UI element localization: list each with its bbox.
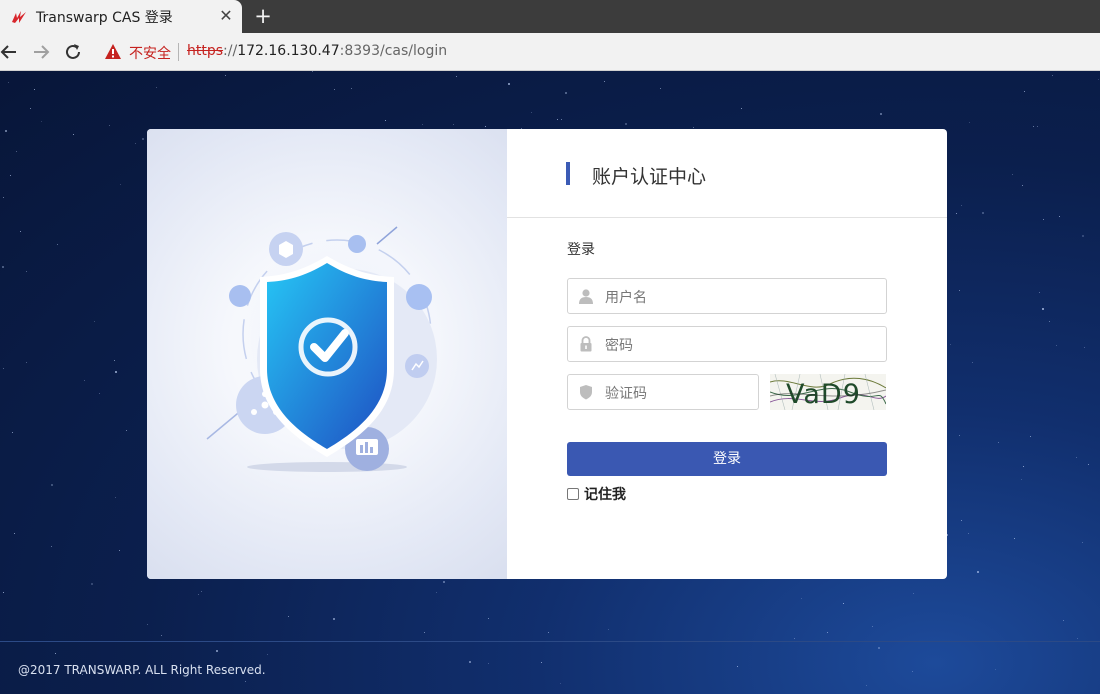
- illustration-panel: [147, 129, 507, 579]
- footer-copyright: @2017 TRANSWARP. ALL Right Reserved.: [18, 663, 266, 677]
- reload-icon[interactable]: [62, 41, 84, 63]
- new-tab-button[interactable]: +: [253, 4, 273, 28]
- username-field[interactable]: 用户名: [567, 278, 887, 314]
- page-title: 账户认证中心: [592, 166, 707, 188]
- url-path: :8393/cas/login: [339, 43, 448, 59]
- warning-triangle-icon[interactable]: [104, 43, 122, 60]
- login-card: 账户认证中心 登录 用户名 密码 验证码 VaD9 登录 记住我: [147, 129, 947, 579]
- shield-icon: [580, 385, 592, 400]
- url-separator: ://: [223, 43, 238, 59]
- omnibox-divider: [178, 43, 179, 61]
- captcha-field[interactable]: 验证码: [567, 374, 759, 410]
- login-form-panel: 账户认证中心 登录 用户名 密码 验证码 VaD9 登录 记住我: [507, 129, 947, 579]
- transwarp-logo-icon: [12, 11, 26, 23]
- arrow-left-icon[interactable]: [0, 41, 20, 63]
- username-placeholder: 用户名: [605, 290, 647, 306]
- captcha-image[interactable]: VaD9: [770, 374, 886, 410]
- login-page: 账户认证中心 登录 用户名 密码 验证码 VaD9 登录 记住我 @2017 T…: [0, 71, 1100, 694]
- password-placeholder: 密码: [605, 338, 633, 354]
- url-scheme: https: [187, 43, 224, 59]
- url-host: 172.16.130.47: [237, 43, 340, 59]
- remember-me-checkbox[interactable]: [567, 488, 579, 500]
- arrow-right-icon[interactable]: [30, 41, 52, 63]
- browser-tab[interactable]: Transwarp CAS 登录 ✕: [0, 0, 242, 33]
- tab-close-icon[interactable]: ✕: [217, 7, 235, 25]
- address-bar[interactable]: https://172.16.130.47:8393/cas/login: [187, 43, 447, 59]
- user-icon: [579, 289, 593, 304]
- login-button[interactable]: 登录: [567, 442, 887, 476]
- browser-tab-strip: Transwarp CAS 登录 ✕ +: [0, 0, 1100, 33]
- lock-icon: [580, 336, 592, 352]
- footer-divider: [0, 641, 1100, 642]
- security-status[interactable]: 不安全: [129, 43, 171, 63]
- security-shield-illustration: [206, 226, 437, 472]
- remember-me-label: 记住我: [584, 487, 626, 503]
- form-title: 登录: [567, 242, 595, 258]
- header-accent-bar: [566, 162, 570, 185]
- tab-title: Transwarp CAS 登录: [36, 10, 173, 26]
- captcha-placeholder: 验证码: [605, 386, 647, 402]
- captcha-text: VaD9: [786, 379, 861, 410]
- password-field[interactable]: 密码: [567, 326, 887, 362]
- browser-toolbar: 不安全 https://172.16.130.47:8393/cas/login: [0, 33, 1100, 71]
- header-divider: [507, 217, 947, 218]
